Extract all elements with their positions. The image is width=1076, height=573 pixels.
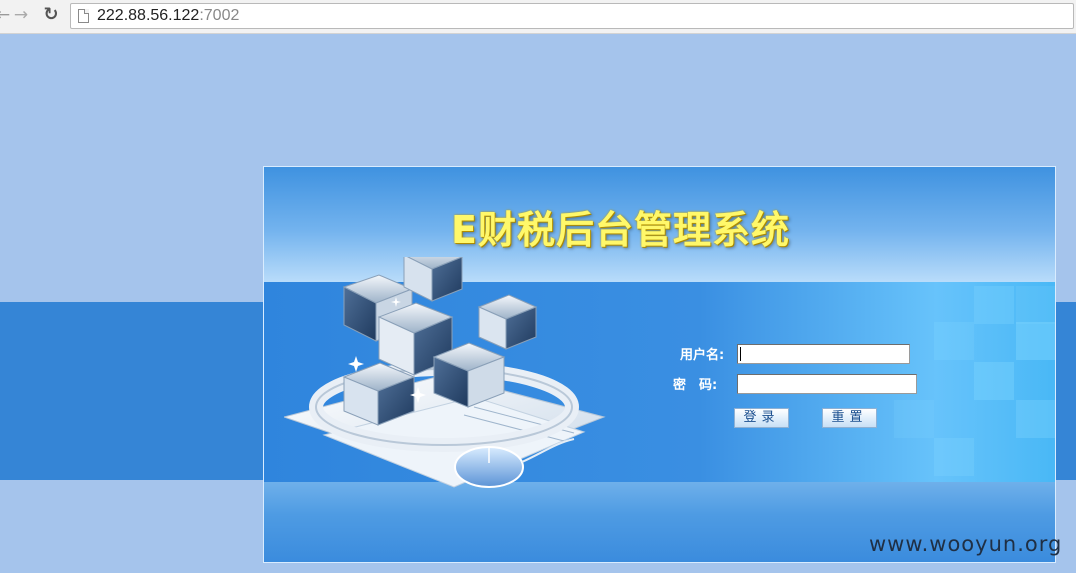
password-field[interactable] <box>737 374 917 394</box>
url-host: 222.88.56.122 <box>97 7 200 24</box>
decorative-tile <box>894 400 934 438</box>
browser-toolbar: ← → ↻ 222.88.56.122:7002 <box>0 0 1076 34</box>
url-port: :7002 <box>199 7 240 24</box>
decorative-tile <box>974 286 1014 324</box>
decorative-tile <box>1016 286 1055 324</box>
login-button[interactable]: 登录 <box>734 408 789 428</box>
cube-illustration <box>284 257 606 488</box>
decorative-tile <box>1016 400 1055 438</box>
reset-button[interactable]: 重置 <box>822 408 877 428</box>
login-panel: E财税后台管理系统 用户名: 密 码: 登录 重置 <box>263 166 1056 563</box>
page-icon <box>78 9 89 23</box>
watermark: www.wooyun.org <box>869 532 1063 556</box>
decorative-tile <box>934 438 974 476</box>
username-field[interactable] <box>737 344 910 364</box>
url-text: 222.88.56.122:7002 <box>97 7 239 25</box>
reload-icon[interactable]: ↻ <box>40 4 62 26</box>
text-caret <box>740 347 741 361</box>
forward-arrow-icon[interactable]: → <box>10 4 32 26</box>
decorative-tile <box>1016 322 1055 360</box>
decorative-tile <box>934 322 974 360</box>
decorative-tile <box>974 362 1014 400</box>
password-label: 密 码: <box>673 378 718 393</box>
address-bar[interactable]: 222.88.56.122:7002 <box>70 3 1074 29</box>
system-title: E财税后台管理系统 <box>451 208 790 252</box>
username-label: 用户名: <box>680 348 725 363</box>
